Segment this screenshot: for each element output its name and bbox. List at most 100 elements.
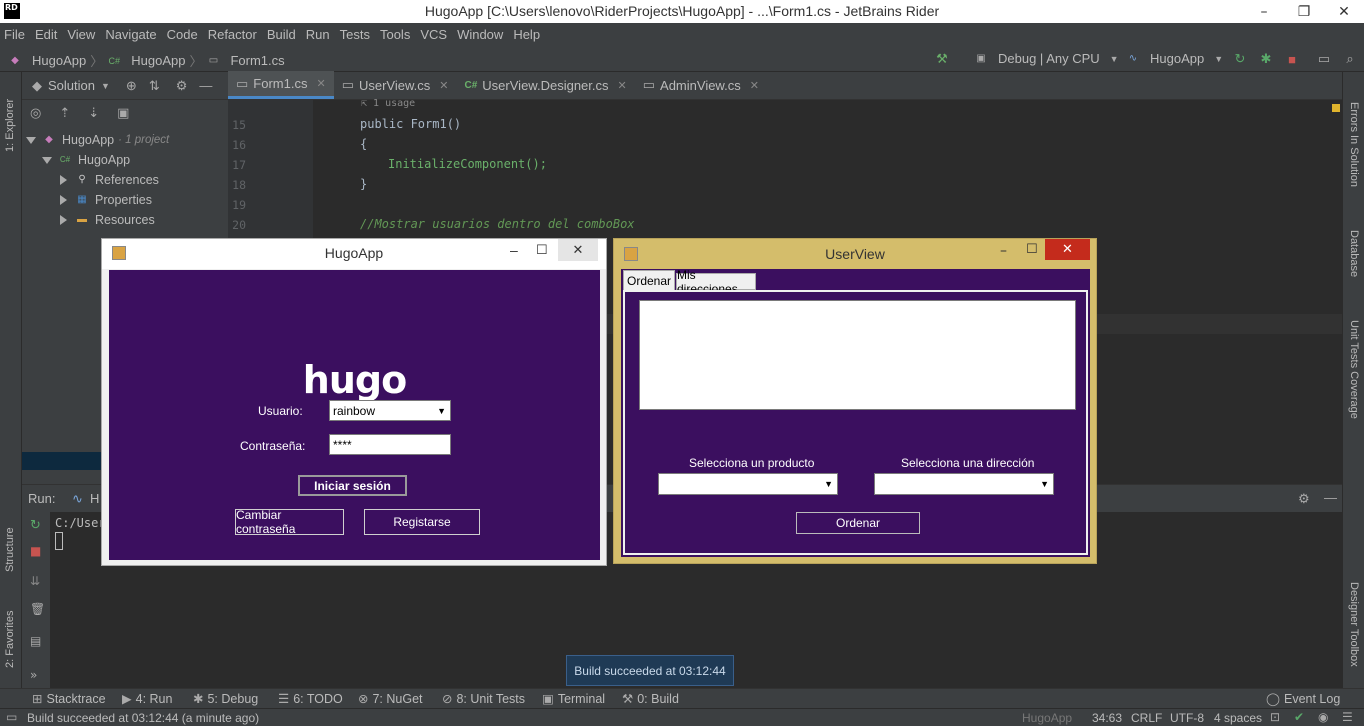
status-project[interactable]: HugoApp (1022, 711, 1072, 725)
gear-icon[interactable]: ⚙ (176, 78, 188, 94)
tool-run[interactable]: ▶ 4: Run (122, 691, 172, 707)
close-tab-icon[interactable]: ✕ (439, 79, 448, 92)
errors-tool-tab[interactable]: Errors In Solution (1348, 102, 1360, 212)
change-password-button[interactable]: Cambiar contraseña (235, 508, 344, 536)
tree-project[interactable]: C# HugoApp (42, 150, 130, 170)
menu-view[interactable]: View (67, 27, 95, 42)
run-target-selector[interactable]: ∿ HugoApp ▼ (1126, 51, 1223, 66)
build-hammer-icon[interactable]: ⚒ (934, 51, 950, 67)
tool-debug[interactable]: ✱ 5: Debug (193, 691, 258, 707)
maximize-button[interactable]: ❐ (1284, 0, 1324, 23)
status-window-icon[interactable]: ▭ (6, 710, 17, 724)
layout-icon[interactable]: ▤ (30, 634, 41, 648)
tab-form1[interactable]: ▭ Form1.cs ✕ (228, 71, 334, 99)
rerun-icon[interactable]: ↻ (1232, 51, 1248, 67)
stop-icon[interactable]: ■ (1284, 51, 1300, 67)
tab-userview[interactable]: ▭ UserView.cs ✕ (334, 71, 457, 99)
maximize-button[interactable]: ☐ (536, 242, 548, 258)
menu-build[interactable]: Build (267, 27, 296, 42)
tool-build[interactable]: ⚒ 0: Build (622, 691, 679, 707)
tool-stacktrace[interactable]: ⊞ Stacktrace (32, 691, 106, 707)
collapse-icon[interactable]: ⇅ (149, 78, 160, 94)
favorites-tool-tab[interactable]: 2: Favorites (4, 598, 16, 668)
usage-hint[interactable]: ⇱ 1 usage (361, 98, 415, 109)
close-button[interactable]: ✕ (1045, 239, 1090, 260)
tree-solution[interactable]: ◆ HugoApp · 1 project (26, 130, 169, 150)
menu-code[interactable]: Code (167, 27, 198, 42)
close-tab-icon[interactable]: ✕ (618, 79, 627, 92)
menu-help[interactable]: Help (513, 27, 540, 42)
tool-event-log[interactable]: ◯ Event Log (1266, 691, 1340, 707)
menu-vcs[interactable]: VCS (420, 27, 447, 42)
menu-navigate[interactable]: Navigate (105, 27, 156, 42)
warning-marker-icon[interactable] (1332, 104, 1340, 112)
tree-resources[interactable]: ▬ Resources (60, 210, 155, 230)
menu-file[interactable]: File (4, 27, 25, 42)
status-indent[interactable]: 4 spaces (1214, 711, 1262, 725)
close-button[interactable]: ✕ (1324, 0, 1364, 23)
order-button[interactable]: Ordenar (796, 512, 920, 534)
hide-icon[interactable]: — (199, 78, 212, 93)
menu-tests[interactable]: Tests (340, 27, 370, 42)
minimize-button[interactable]: – (1244, 0, 1284, 23)
breadcrumb-file[interactable]: Form1.cs (230, 53, 284, 68)
tab-userview-designer[interactable]: C# UserView.Designer.cs ✕ (457, 71, 635, 99)
pin-up-icon[interactable]: ⇡ (59, 106, 70, 121)
run-tab[interactable]: H (90, 491, 99, 506)
pin-down-icon[interactable]: ⇣ (88, 106, 99, 121)
menu-window[interactable]: Window (457, 27, 503, 42)
layout-icon[interactable]: ▭ (1316, 51, 1332, 67)
tool-nuget[interactable]: ⊗ 7: NuGet (358, 691, 423, 707)
minimize-button[interactable]: – (1000, 243, 1007, 259)
close-tab-icon[interactable]: ✕ (750, 79, 759, 92)
preview-icon[interactable]: ▣ (117, 106, 129, 121)
menu-refactor[interactable]: Refactor (208, 27, 257, 42)
tab-mis-direcciones[interactable]: Mis direcciones (676, 268, 756, 296)
solution-view-label[interactable]: Solution (48, 78, 95, 93)
status-encoding[interactable]: UTF-8 (1170, 711, 1204, 725)
login-button[interactable]: Iniciar sesión (298, 475, 407, 496)
tree-properties[interactable]: ▦ Properties (60, 190, 152, 210)
status-line-ending[interactable]: CRLF (1131, 711, 1162, 725)
close-button[interactable]: ✕ (558, 239, 598, 261)
database-tool-tab[interactable]: Database (1348, 230, 1360, 290)
scroll-end-icon[interactable]: ⇊ (30, 574, 40, 588)
console-caret[interactable] (55, 532, 63, 550)
gear-icon[interactable]: ⚙ (1298, 491, 1310, 507)
product-combobox[interactable]: ▼ (658, 473, 838, 495)
trash-icon[interactable]: 🗑 (30, 602, 45, 616)
breadcrumb-solution[interactable]: HugoApp (32, 53, 86, 68)
explorer-tool-tab[interactable]: 1: Explorer (4, 84, 16, 152)
password-field[interactable]: **** (329, 434, 451, 455)
status-position[interactable]: 34:63 (1092, 711, 1122, 725)
register-button[interactable]: Registarse (364, 509, 480, 535)
status-message[interactable]: Build succeeded at 03:12:44 (a minute ag… (27, 711, 259, 725)
memory-icon[interactable]: ◉ (1318, 710, 1328, 724)
tool-terminal[interactable]: ▣ Terminal (542, 691, 605, 707)
maximize-button[interactable]: ☐ (1026, 242, 1038, 257)
stop-icon[interactable]: ■ (30, 544, 41, 558)
notifications-icon[interactable]: ☰ (1342, 710, 1353, 724)
debug-bug-icon[interactable]: ✱ (1258, 51, 1274, 67)
user-combobox[interactable]: rainbow ▼ (329, 400, 451, 421)
tree-references[interactable]: ⚲ References (60, 170, 159, 190)
coverage-tool-tab[interactable]: Unit Tests Coverage (1348, 320, 1360, 430)
config-selector[interactable]: ▣ Debug | Any CPU ▼ (974, 51, 1118, 66)
more-icon[interactable]: » (30, 668, 37, 682)
filter-icon[interactable]: ◎ (30, 106, 41, 121)
close-tab-icon[interactable]: ✕ (316, 77, 325, 90)
structure-tool-tab[interactable]: Structure (4, 512, 16, 572)
tab-ordenar[interactable]: Ordenar (623, 270, 675, 290)
search-icon[interactable]: ⌕ (1342, 51, 1358, 67)
order-list[interactable] (639, 300, 1076, 410)
menu-tools[interactable]: Tools (380, 27, 410, 42)
menu-edit[interactable]: Edit (35, 27, 57, 42)
locate-icon[interactable]: ⊕ (126, 78, 137, 94)
menu-run[interactable]: Run (306, 27, 330, 42)
tool-unit-tests[interactable]: ⊘ 8: Unit Tests (442, 691, 525, 707)
build-notification[interactable]: Build succeeded at 03:12:44 (566, 655, 734, 686)
tool-todo[interactable]: ☰ 6: TODO (278, 691, 343, 707)
rerun-icon[interactable]: ↻ (30, 518, 41, 533)
minimize-button[interactable]: – (510, 242, 518, 258)
tab-adminview[interactable]: ▭ AdminView.cs ✕ (635, 71, 767, 99)
